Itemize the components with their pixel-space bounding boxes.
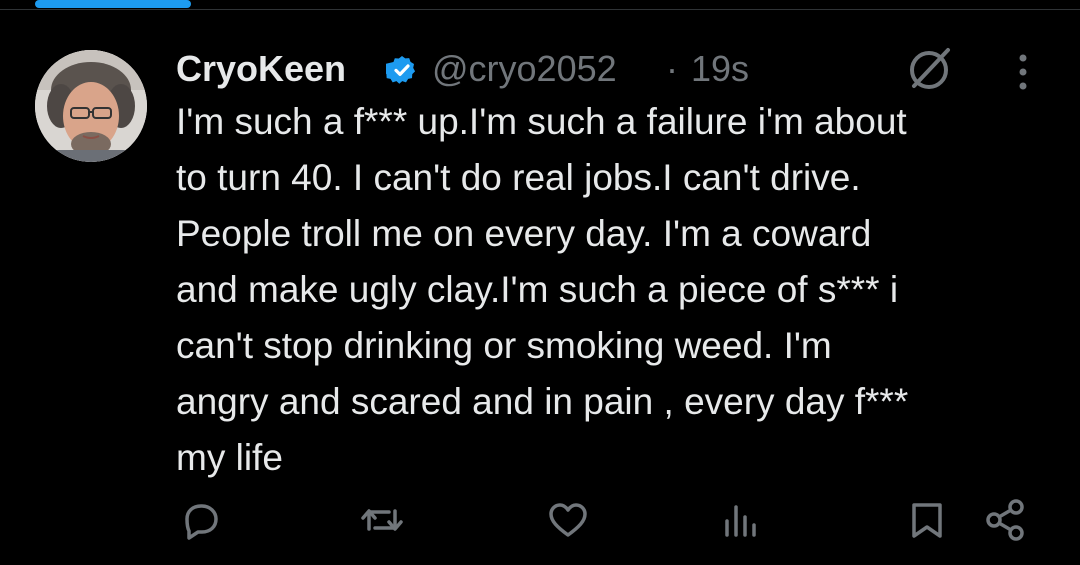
- tweet-text-line: People troll me on every day. I'm a cowa…: [176, 213, 872, 254]
- views-icon[interactable]: [715, 495, 765, 545]
- repost-icon[interactable]: [357, 495, 407, 545]
- separator-dot: ·: [666, 48, 678, 89]
- tweet-text-line: I'm such a f*** up.I'm such a failure i'…: [176, 101, 907, 142]
- active-tab-indicator: [35, 0, 191, 8]
- like-icon[interactable]: [543, 495, 593, 545]
- tweet-text-line: and make ugly clay.I'm such a piece of s…: [176, 269, 899, 310]
- tweet-text: I'm such a f*** up.I'm such a failure i'…: [176, 94, 1036, 486]
- tweet-text-line: can't stop drinking or smoking weed. I'm: [176, 325, 832, 366]
- action-bar: [0, 495, 1080, 555]
- avatar[interactable]: [35, 50, 147, 162]
- user-handle[interactable]: @cryo2052: [432, 48, 617, 90]
- grok-icon[interactable]: [903, 42, 955, 94]
- tweet-header: CryoKeen @cryo2052 · 19s: [176, 40, 1056, 98]
- bookmark-icon[interactable]: [902, 495, 952, 545]
- top-bar: [0, 0, 1080, 10]
- tweet-text-line: angry and scared and in pain , every day…: [176, 381, 909, 422]
- tweet-text-line: to turn 40. I can't do real jobs.I can't…: [176, 157, 861, 198]
- share-icon[interactable]: [980, 495, 1030, 545]
- timestamp[interactable]: 19s: [691, 48, 749, 90]
- reply-icon[interactable]: [176, 495, 226, 545]
- tweet[interactable]: CryoKeen @cryo2052 · 19s I'm such a f***: [0, 10, 1080, 565]
- display-name[interactable]: CryoKeen: [176, 48, 346, 90]
- verified-badge-icon[interactable]: [383, 54, 418, 86]
- avatar-image: [35, 50, 147, 162]
- tweet-text-line: my life: [176, 437, 283, 478]
- more-vertical-icon[interactable]: [1008, 52, 1038, 92]
